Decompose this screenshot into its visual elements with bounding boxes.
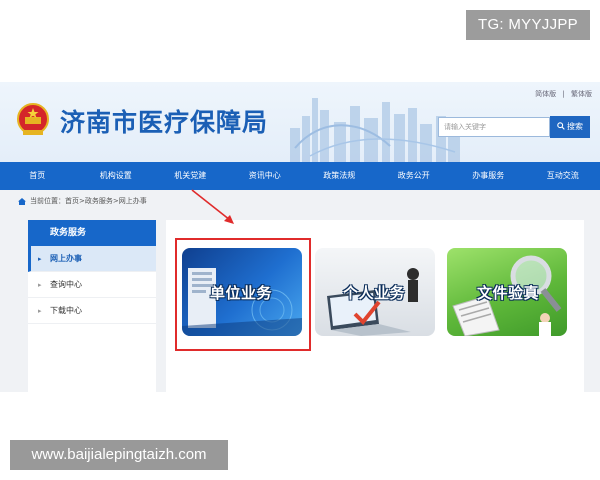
- nav-item-news[interactable]: 资讯中心: [228, 162, 303, 190]
- nav-item-organization[interactable]: 机构设置: [79, 162, 154, 190]
- sidebar-item-query-center[interactable]: ▸ 查询中心: [28, 272, 156, 298]
- chevron-right-icon: ▸: [38, 307, 42, 315]
- link-sep: |: [562, 90, 565, 98]
- red-arrow-icon: [191, 189, 234, 224]
- highlight-box: [175, 238, 311, 351]
- site-header: 济南市医疗保障局 简体版 | 繁体版 请输入关键字 搜索: [0, 82, 600, 162]
- nav-item-interaction[interactable]: 互动交流: [526, 162, 600, 190]
- nav-item-disclosure[interactable]: 政务公开: [377, 162, 452, 190]
- nav-item-home[interactable]: 首页: [0, 162, 79, 190]
- top-links: 简体版 | 繁体版: [531, 89, 592, 99]
- search-input[interactable]: 请输入关键字: [438, 117, 550, 137]
- nav-item-policy[interactable]: 政策法规: [302, 162, 377, 190]
- city-skyline-illustration: [290, 98, 460, 162]
- sidebar-item-online-service[interactable]: ▸ 网上办事: [28, 246, 156, 272]
- search-icon: [557, 122, 565, 130]
- national-emblem-icon: [17, 103, 49, 135]
- sidebar-item-label: 下载中心: [50, 306, 82, 315]
- watermark: www.baijialepingtaizh.com: [10, 440, 228, 470]
- tg-badge: TG: MYYJJPP: [466, 10, 590, 40]
- chevron-right-icon: ▸: [38, 255, 42, 263]
- sidebar-item-label: 网上办事: [50, 254, 82, 263]
- home-icon: [18, 197, 26, 205]
- search-button-label: 搜索: [567, 122, 583, 131]
- main-nav: 首页 机构设置 机关党建 资讯中心 政策法规 政务公开 办事服务 互动交流: [0, 162, 600, 190]
- breadcrumb-text: 当前位置：首页>政务服务>网上办事: [30, 197, 147, 205]
- card-label: 个人业务: [343, 284, 406, 302]
- search-button[interactable]: 搜索: [550, 116, 590, 138]
- screenshot: TG: MYYJJPP 济南市医疗保障局 简体版 | 繁体版 请输入关键字 搜索…: [0, 0, 600, 480]
- chevron-right-icon: ▸: [38, 281, 42, 289]
- card-personal-business[interactable]: 个人业务: [315, 248, 435, 336]
- sidebar-title: 政务服务: [28, 220, 156, 246]
- link-simplified[interactable]: 简体版: [535, 90, 556, 98]
- card-document-verification[interactable]: 文件验真: [447, 248, 567, 336]
- nav-item-party[interactable]: 机关党建: [153, 162, 228, 190]
- breadcrumb: 当前位置：首页>政务服务>网上办事: [18, 196, 147, 206]
- sidebar-item-label: 查询中心: [50, 280, 82, 289]
- sidebar: 政务服务 ▸ 网上办事 ▸ 查询中心 ▸ 下载中心: [28, 220, 156, 392]
- card-label: 文件验真: [477, 284, 540, 302]
- nav-item-services[interactable]: 办事服务: [451, 162, 526, 190]
- site-title: 济南市医疗保障局: [60, 108, 269, 137]
- link-traditional[interactable]: 繁体版: [571, 90, 592, 98]
- sidebar-item-download-center[interactable]: ▸ 下载中心: [28, 298, 156, 324]
